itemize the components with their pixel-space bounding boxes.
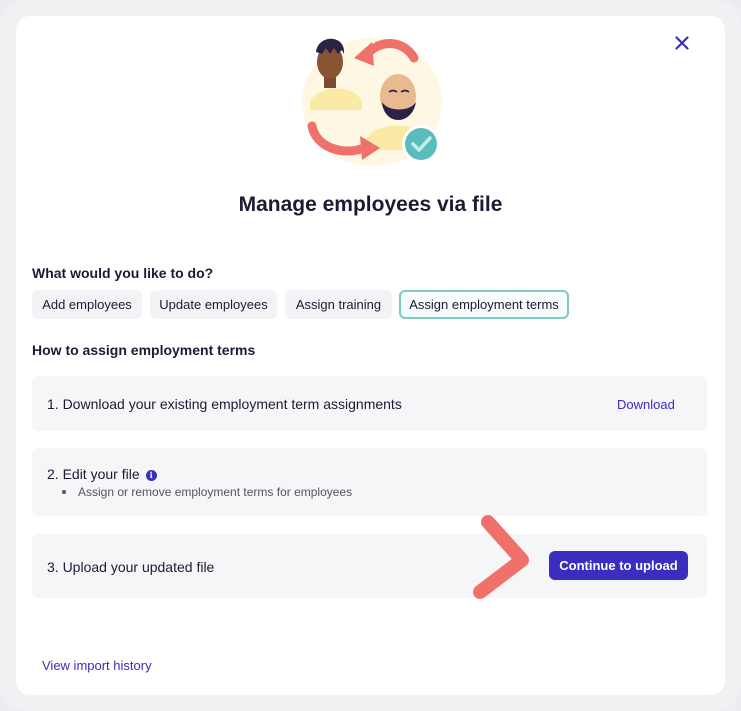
step-edit-label: 2. Edit your file — [47, 466, 140, 482]
option-add-employees[interactable]: Add employees — [32, 290, 142, 319]
close-icon — [675, 36, 689, 50]
download-link[interactable]: Download — [617, 397, 675, 412]
step-edit-text: 2. Edit your file i — [47, 466, 157, 482]
employees-exchange-illustration — [302, 38, 442, 166]
step-download: 1. Download your existing employment ter… — [32, 376, 707, 431]
view-import-history-link[interactable]: View import history — [42, 658, 152, 673]
page-title: Manage employees via file — [238, 193, 503, 216]
pointer-arrow-icon — [473, 515, 529, 599]
step-download-text: 1. Download your existing employment ter… — [47, 396, 402, 412]
action-question: What would you like to do? — [32, 265, 214, 281]
close-button[interactable] — [669, 30, 695, 56]
option-assign-training[interactable]: Assign training — [285, 290, 392, 319]
option-update-employees[interactable]: Update employees — [150, 290, 277, 319]
step-edit-bullet: Assign or remove employment terms for em… — [62, 485, 352, 499]
step-upload-text: 3. Upload your updated file — [47, 559, 215, 575]
info-icon[interactable]: i — [145, 469, 157, 481]
step-edit: 2. Edit your file i Assign or remove empl… — [32, 448, 707, 516]
continue-to-upload-button[interactable]: Continue to upload — [549, 551, 688, 580]
option-assign-employment-terms[interactable]: Assign employment terms — [399, 290, 569, 319]
section-heading: How to assign employment terms — [32, 342, 256, 358]
step-upload: 3. Upload your updated file Continue to … — [32, 534, 707, 598]
